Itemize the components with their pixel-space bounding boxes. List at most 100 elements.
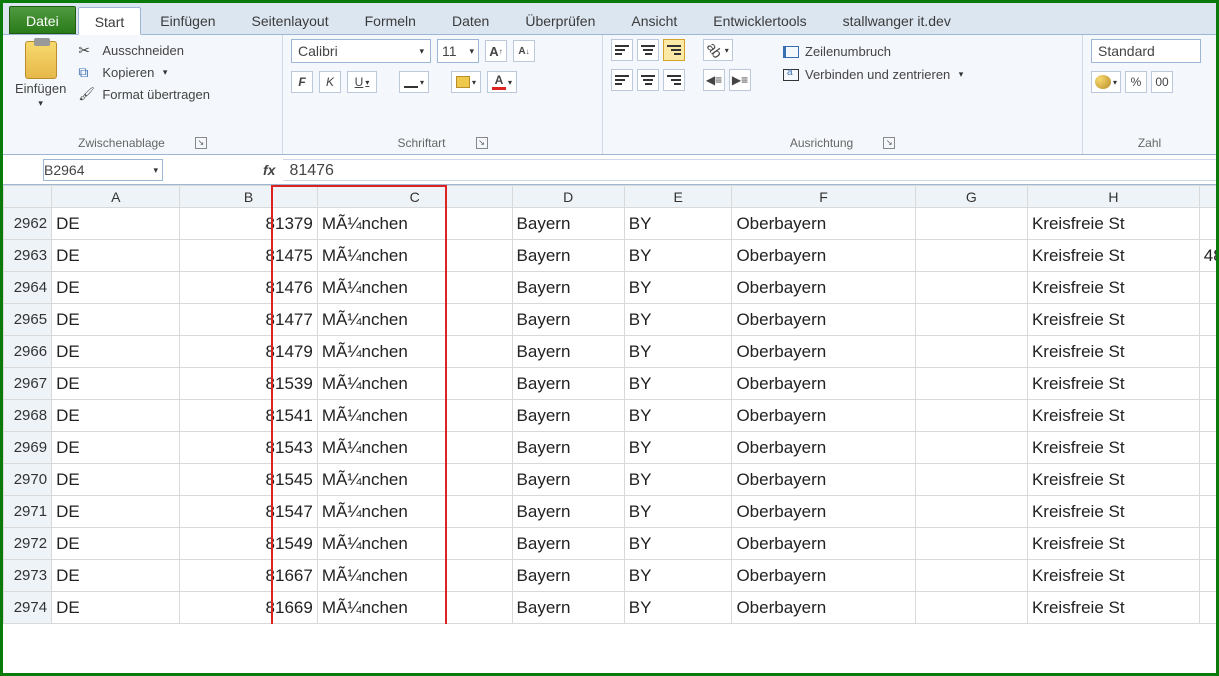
cell[interactable]: 81545 xyxy=(180,464,317,496)
cell[interactable]: 81667 xyxy=(180,560,317,592)
cell[interactable] xyxy=(1199,496,1216,528)
cell[interactable]: Oberbayern xyxy=(732,240,915,272)
row-header[interactable]: 2964 xyxy=(4,272,52,304)
cell[interactable] xyxy=(915,240,1027,272)
column-header-D[interactable]: D xyxy=(512,186,624,208)
cell[interactable]: BY xyxy=(624,592,732,624)
cell[interactable]: DE xyxy=(52,208,180,240)
copy-button[interactable]: Kopieren ▾ xyxy=(76,63,212,81)
cell[interactable] xyxy=(915,528,1027,560)
cell[interactable] xyxy=(1199,208,1216,240)
cell[interactable]: Oberbayern xyxy=(732,528,915,560)
align-right-button[interactable] xyxy=(663,69,685,91)
cell[interactable]: Bayern xyxy=(512,336,624,368)
merge-center-button[interactable]: Verbinden und zentrieren ▾ xyxy=(781,66,965,83)
cell[interactable] xyxy=(915,400,1027,432)
tab-daten[interactable]: Daten xyxy=(435,6,506,34)
cell[interactable]: BY xyxy=(624,272,732,304)
cell[interactable]: 81539 xyxy=(180,368,317,400)
cell[interactable]: Oberbayern xyxy=(732,336,915,368)
cell[interactable] xyxy=(915,560,1027,592)
cell[interactable]: BY xyxy=(624,432,732,464)
align-left-button[interactable] xyxy=(611,69,633,91)
cell[interactable]: MÃ¼nchen xyxy=(317,336,512,368)
cell[interactable]: DE xyxy=(52,240,180,272)
cell[interactable]: Kreisfreie St xyxy=(1027,528,1199,560)
cell[interactable]: MÃ¼nchen xyxy=(317,272,512,304)
cut-button[interactable]: Ausschneiden xyxy=(76,41,212,59)
cell[interactable]: Oberbayern xyxy=(732,592,915,624)
cell[interactable]: MÃ¼nchen xyxy=(317,496,512,528)
cell[interactable]: MÃ¼nchen xyxy=(317,368,512,400)
cell[interactable]: Bayern xyxy=(512,464,624,496)
row-header[interactable]: 2973 xyxy=(4,560,52,592)
cell[interactable] xyxy=(915,336,1027,368)
cell[interactable]: Kreisfreie St xyxy=(1027,496,1199,528)
formula-input[interactable]: 81476 xyxy=(283,159,1216,181)
cell[interactable]: BY xyxy=(624,240,732,272)
cell[interactable]: Oberbayern xyxy=(732,496,915,528)
align-center-button[interactable] xyxy=(637,69,659,91)
cell[interactable] xyxy=(915,208,1027,240)
cell[interactable]: Oberbayern xyxy=(732,368,915,400)
cell[interactable]: DE xyxy=(52,368,180,400)
tab--berpr-fen[interactable]: Überprüfen xyxy=(508,6,612,34)
cell[interactable]: DE xyxy=(52,304,180,336)
cell[interactable]: Kreisfreie St xyxy=(1027,592,1199,624)
cell[interactable]: DE xyxy=(52,560,180,592)
cell[interactable]: BY xyxy=(624,208,732,240)
dialog-launcher-icon[interactable]: ↘ xyxy=(195,137,207,149)
cell[interactable]: Oberbayern xyxy=(732,304,915,336)
cell[interactable] xyxy=(1199,272,1216,304)
row-header[interactable]: 2962 xyxy=(4,208,52,240)
tab-start[interactable]: Start xyxy=(78,7,142,35)
cell[interactable]: BY xyxy=(624,464,732,496)
cell[interactable]: Bayern xyxy=(512,272,624,304)
tab-formeln[interactable]: Formeln xyxy=(348,6,433,34)
bold-button[interactable]: F xyxy=(291,71,313,93)
cell[interactable]: Bayern xyxy=(512,208,624,240)
column-header-A[interactable]: A xyxy=(52,186,180,208)
tab-entwicklertools[interactable]: Entwicklertools xyxy=(696,6,823,34)
cell[interactable]: Bayern xyxy=(512,592,624,624)
cell[interactable]: Oberbayern xyxy=(732,432,915,464)
cell[interactable]: MÃ¼nchen xyxy=(317,240,512,272)
cell[interactable]: MÃ¼nchen xyxy=(317,400,512,432)
underline-button[interactable]: U xyxy=(347,71,377,93)
row-header[interactable]: 2970 xyxy=(4,464,52,496)
cell[interactable]: Oberbayern xyxy=(732,208,915,240)
dialog-launcher-icon[interactable]: ↘ xyxy=(476,137,488,149)
format-painter-button[interactable]: Format übertragen xyxy=(76,85,212,103)
orientation-button[interactable]: ab xyxy=(703,39,733,61)
column-header-F[interactable]: F xyxy=(732,186,915,208)
cell[interactable]: MÃ¼nchen xyxy=(317,592,512,624)
cell[interactable]: Bayern xyxy=(512,400,624,432)
cell[interactable]: 81476 xyxy=(180,272,317,304)
cell[interactable]: Bayern xyxy=(512,432,624,464)
cell[interactable] xyxy=(1199,304,1216,336)
cell[interactable]: 81479 xyxy=(180,336,317,368)
cell[interactable]: Bayern xyxy=(512,368,624,400)
cell[interactable]: Kreisfreie St xyxy=(1027,240,1199,272)
cell[interactable] xyxy=(915,432,1027,464)
cell[interactable]: BY xyxy=(624,368,732,400)
align-bottom-button[interactable] xyxy=(663,39,685,61)
paste-button[interactable]: Einfügen ▾ xyxy=(11,39,70,111)
cell[interactable]: 81475 xyxy=(180,240,317,272)
cell[interactable] xyxy=(915,304,1027,336)
row-header[interactable]: 2963 xyxy=(4,240,52,272)
cell[interactable]: BY xyxy=(624,304,732,336)
tab-seitenlayout[interactable]: Seitenlayout xyxy=(235,6,346,34)
cell[interactable]: DE xyxy=(52,592,180,624)
font-size-combo[interactable]: 11 ▾ xyxy=(437,39,479,63)
cell[interactable]: Kreisfreie St xyxy=(1027,272,1199,304)
cell[interactable]: MÃ¼nchen xyxy=(317,432,512,464)
column-header-C[interactable]: C xyxy=(317,186,512,208)
cell[interactable]: 81541 xyxy=(180,400,317,432)
font-color-button[interactable]: A xyxy=(487,71,517,93)
comma-style-button[interactable]: 00 xyxy=(1151,71,1173,93)
row-header[interactable]: 2968 xyxy=(4,400,52,432)
cell[interactable]: Bayern xyxy=(512,528,624,560)
cell[interactable]: MÃ¼nchen xyxy=(317,208,512,240)
cell[interactable]: 81543 xyxy=(180,432,317,464)
